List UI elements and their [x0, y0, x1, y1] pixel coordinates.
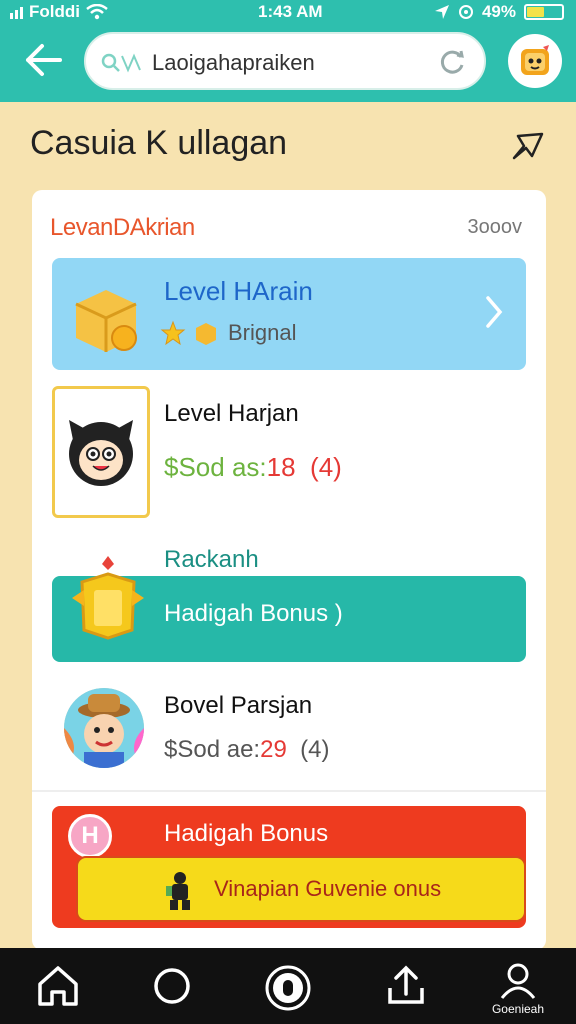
content-card: LevanDAkrian 3ooov Level HArain Brignal …: [32, 190, 546, 950]
pet-avatar-icon: [521, 45, 549, 75]
hargan-thumbnail: [52, 386, 150, 518]
divider: [32, 790, 546, 792]
star-icon: [160, 320, 186, 346]
nav-profile-label: Goenieah: [491, 1002, 545, 1016]
search-input[interactable]: [152, 48, 432, 78]
level-title: Level HArain: [164, 276, 313, 306]
barsjan-badge: (4): [300, 736, 330, 763]
status-time: 1:43 AM: [258, 2, 323, 21]
racks-tab-label: Rackanh: [164, 546, 259, 573]
bonus-row[interactable]: H Hadigah Bonus Vinapian Guvenie onus: [52, 806, 526, 928]
hargan-price: $Sod as:18 (4): [164, 452, 342, 483]
hargan-price-label: as:: [224, 452, 267, 482]
level-subtitle: Brignal: [228, 320, 297, 345]
home-icon: [38, 966, 78, 1006]
nav-home[interactable]: [28, 962, 88, 1022]
user-icon: [500, 963, 536, 999]
location-icon: [434, 5, 449, 19]
signal-icon: [10, 5, 23, 19]
cat-character-icon: [69, 420, 133, 486]
lock-badge-icon: [265, 965, 311, 1011]
cube-icon: [196, 323, 216, 345]
hargan-row[interactable]: Level Harjan $Sod as:18 (4): [52, 386, 526, 520]
barsjan-price-label: ae:: [220, 736, 261, 763]
card-heading: LevanDAkrian: [50, 214, 195, 241]
card-meta: 3ooov: [467, 216, 523, 238]
racks-bar-label: Hadigah Bonus ): [164, 600, 343, 627]
bottom-nav: Goenieah: [0, 948, 576, 1024]
barsjan-amount: 29: [260, 736, 287, 763]
treasure-box-icon: [75, 290, 137, 352]
share-icon[interactable]: [510, 128, 546, 164]
status-bar: Folddi 1:43 AM 49%: [0, 0, 576, 26]
refresh-icon[interactable]: [440, 49, 466, 75]
battery-percent: 49%: [481, 2, 516, 21]
nav-center[interactable]: [258, 962, 318, 1022]
search-icon: [101, 53, 141, 73]
profile-avatar[interactable]: [508, 34, 562, 88]
circle-icon: [154, 968, 190, 1004]
page-title: Casuia K ullagan: [30, 124, 288, 162]
chevron-right-icon[interactable]: [484, 294, 504, 330]
nav-profile[interactable]: Goenieah: [488, 962, 548, 1022]
barsjan-price: $Sod ae:29 (4): [164, 736, 329, 764]
alarm-icon: [458, 5, 473, 19]
gift-box-icon: [72, 556, 144, 640]
level-row[interactable]: Level HArain Brignal: [52, 258, 526, 370]
racks-row[interactable]: Rackanh Hadigah Bonus ): [52, 540, 526, 662]
search-bar[interactable]: [84, 32, 486, 90]
barsjan-avatar: [64, 688, 144, 768]
barsjan-name: Bovel Parsjan: [164, 692, 313, 719]
nav-share[interactable]: [376, 962, 436, 1022]
hargan-badge: (4): [310, 452, 342, 482]
bonus-title: Hadigah Bonus: [164, 820, 329, 847]
battery-icon: [524, 4, 564, 20]
bonus-cta-label: Vinapian Guvenie onus: [214, 876, 442, 901]
character-silhouette-icon: [166, 872, 190, 910]
nav-circle[interactable]: [142, 962, 202, 1022]
carrier-label: Folddi: [29, 2, 80, 21]
hargan-amount: 18: [266, 452, 296, 482]
barsjan-currency: $Sod: [164, 736, 221, 763]
top-bar: Folddi 1:43 AM 49%: [0, 0, 576, 102]
hargan-currency: $Sod: [164, 452, 225, 482]
bonus-cta-button[interactable]: Vinapian Guvenie onus: [76, 856, 526, 922]
explorer-character-icon: [64, 688, 144, 768]
wifi-icon: [86, 4, 108, 20]
back-arrow-icon[interactable]: [20, 40, 64, 80]
hargan-name: Level Harjan: [164, 400, 299, 427]
h-badge-icon: H: [68, 814, 112, 858]
upload-icon: [388, 965, 424, 1004]
barsjan-row[interactable]: Bovel Parsjan $Sod ae:29 (4): [52, 684, 526, 772]
